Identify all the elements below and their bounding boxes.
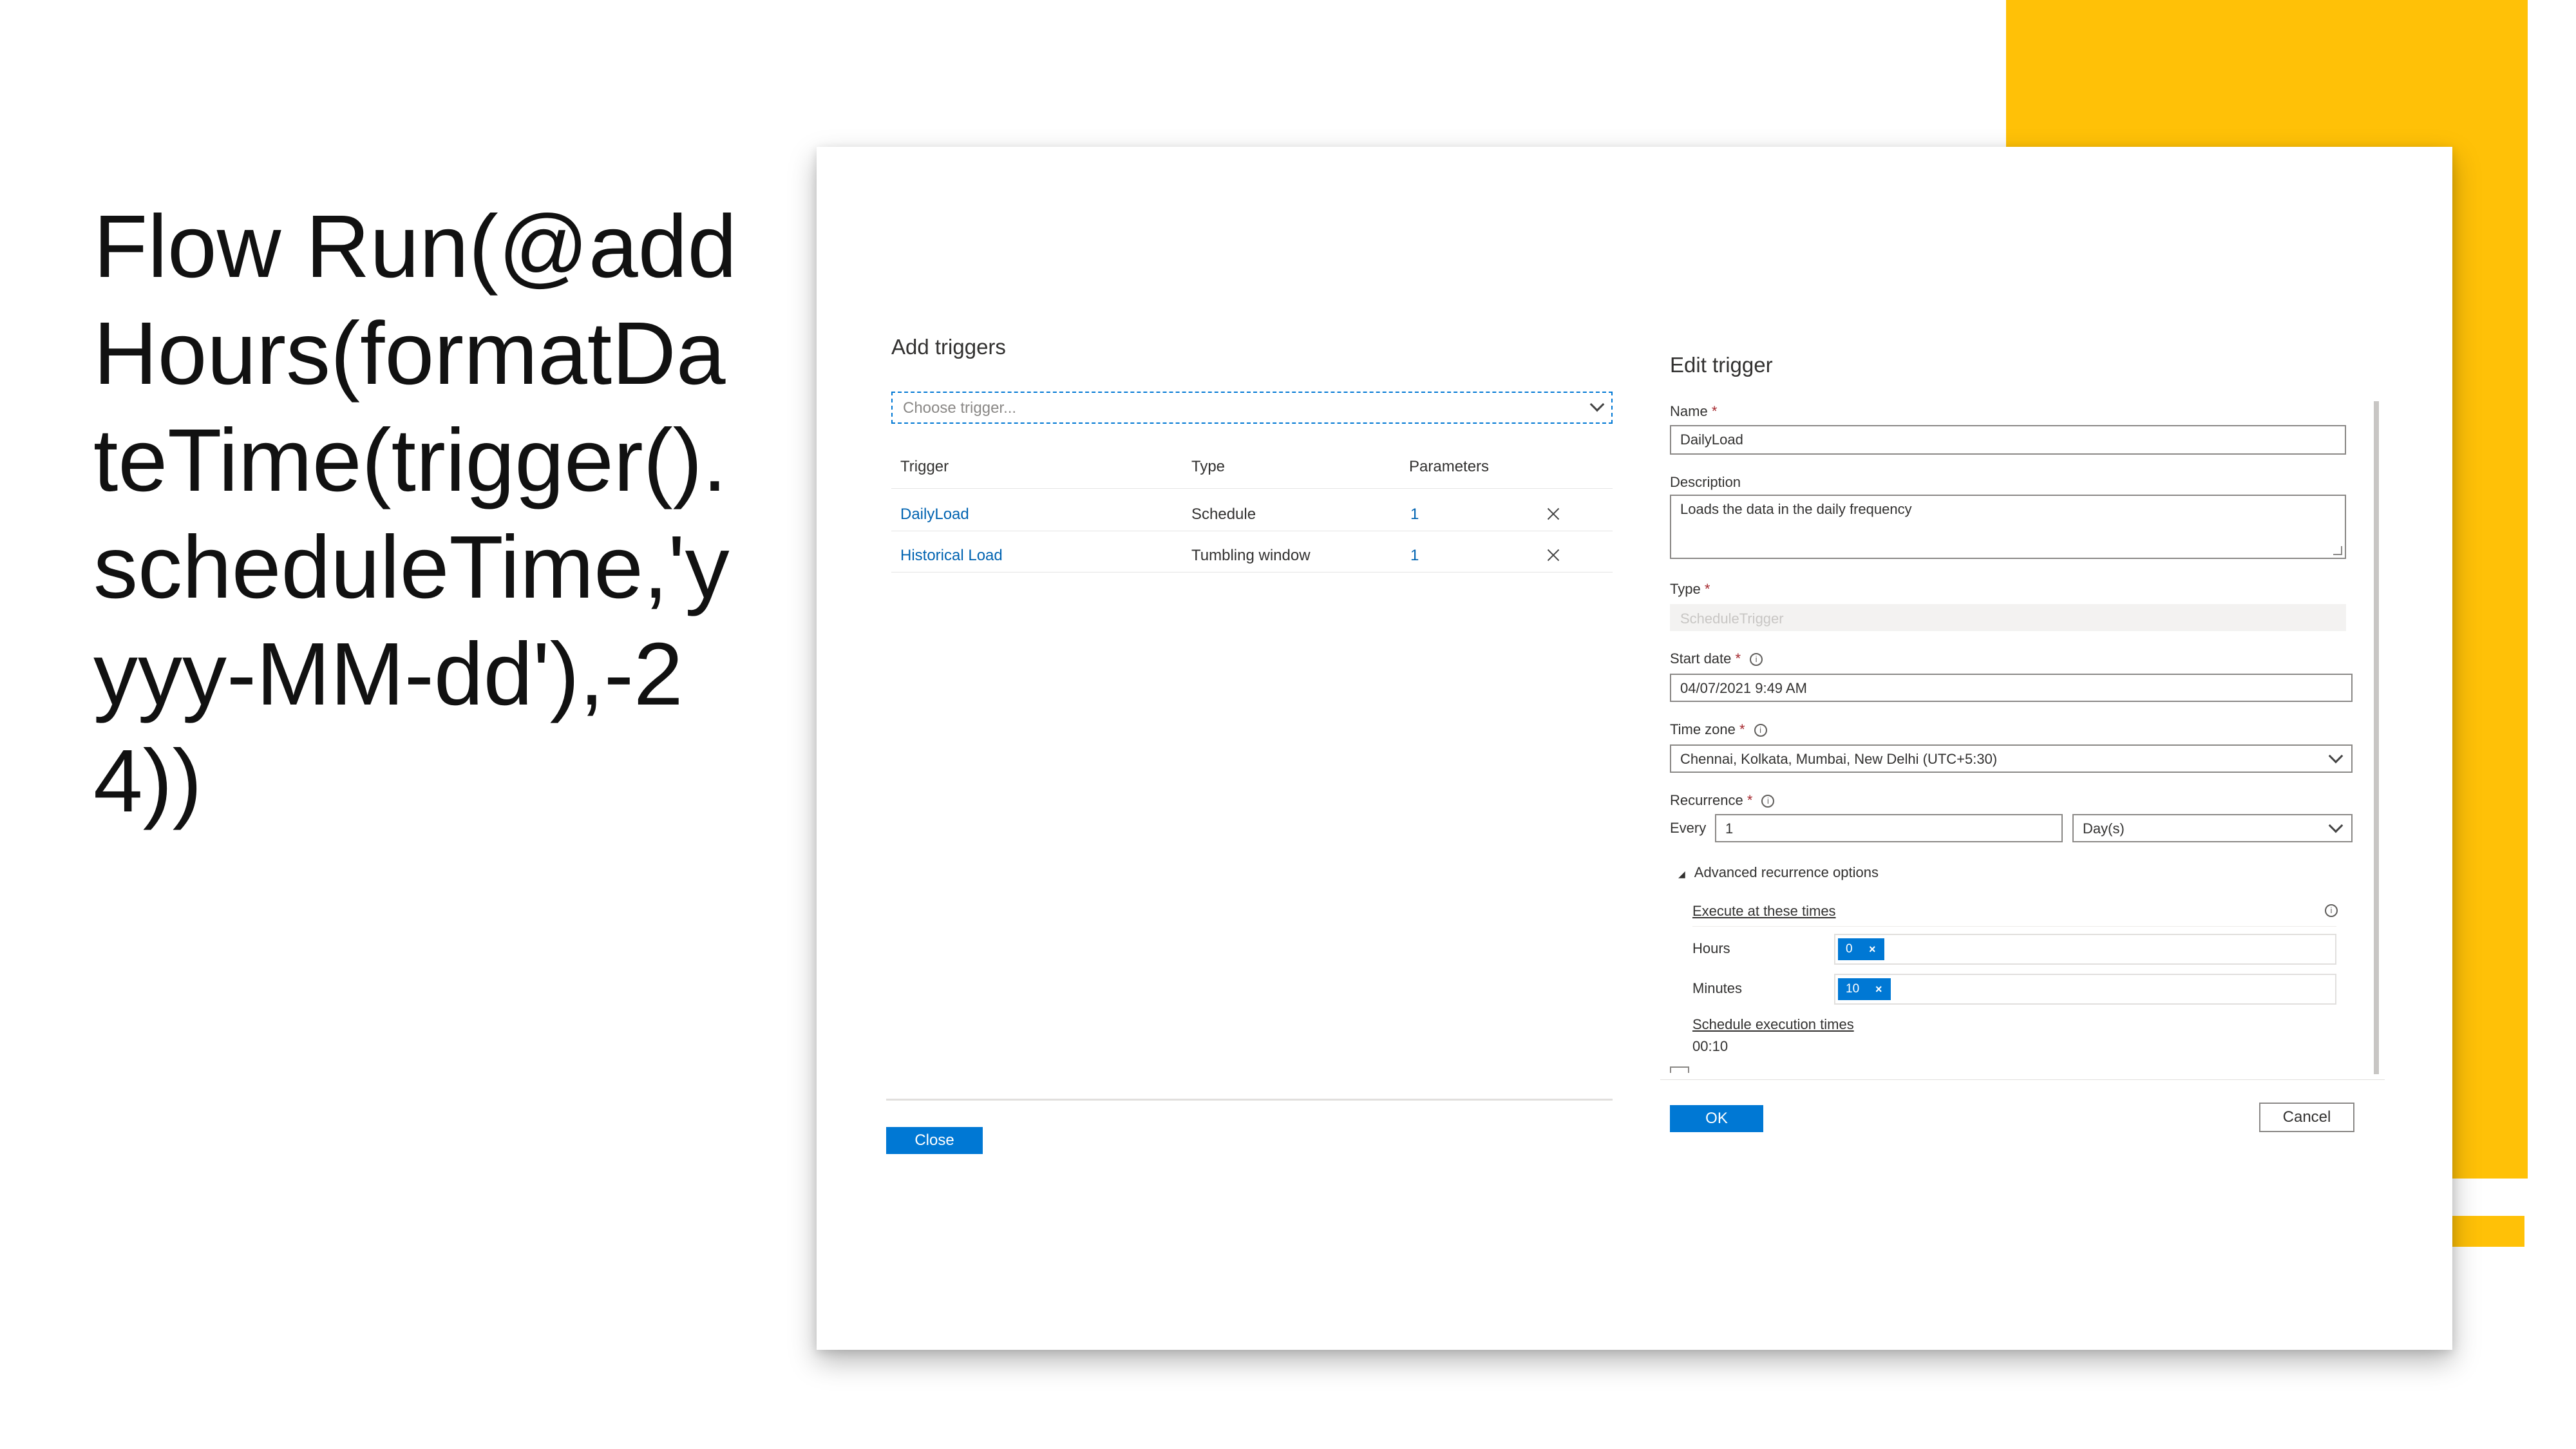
every-value: 1 <box>1725 820 1734 837</box>
info-icon[interactable]: i <box>2325 904 2338 917</box>
header-divider <box>891 488 1613 489</box>
collapse-triangle-icon: ◢ <box>1678 869 1685 879</box>
time-zone-label-text: Time zone <box>1670 721 1736 737</box>
slide-title: Flow Run(@addHours(formatDateTime(trigge… <box>93 197 737 831</box>
name-label: Name * <box>1670 403 1717 420</box>
trigger-type: Schedule <box>1191 506 1256 523</box>
type-value: ScheduleTrigger <box>1680 611 1784 627</box>
required-mark: * <box>1735 650 1741 667</box>
footer-divider <box>886 1099 1613 1101</box>
column-header-parameters: Parameters <box>1409 458 1490 475</box>
tag-remove-icon[interactable]: × <box>1875 978 1882 1000</box>
start-date-label: Start date * i <box>1670 650 1763 667</box>
recurrence-unit-select[interactable]: Day(s) <box>2072 814 2353 842</box>
start-date-field[interactable]: 04/07/2021 9:49 AM <box>1670 674 2353 702</box>
required-mark: * <box>1711 403 1718 419</box>
info-icon[interactable]: i <box>1750 653 1763 667</box>
required-mark: * <box>1747 792 1753 808</box>
accent-strip <box>2447 1216 2524 1247</box>
dropdown-placeholder: Choose trigger... <box>903 399 1017 417</box>
edit-trigger-title: Edit trigger <box>1670 353 1773 377</box>
hours-tag: 0 × <box>1838 938 1884 960</box>
slide: Flow Run(@addHours(formatDateTime(trigge… <box>0 0 2576 1449</box>
schedule-time-value: 00:10 <box>1692 1038 1728 1054</box>
cancel-button[interactable]: Cancel <box>2259 1103 2354 1132</box>
trigger-link-historical-load[interactable]: Historical Load <box>900 547 1003 565</box>
start-date-label-text: Start date <box>1670 650 1732 667</box>
type-label: Type * <box>1670 581 1710 598</box>
trigger-type: Tumbling window <box>1191 547 1311 564</box>
start-date-value: 04/07/2021 9:49 AM <box>1680 680 1807 696</box>
minutes-tag-value: 10 <box>1846 982 1860 996</box>
required-mark: * <box>1739 721 1745 737</box>
partial-checkbox[interactable] <box>1670 1066 1689 1073</box>
time-zone-select[interactable]: Chennai, Kolkata, Mumbai, New Delhi (UTC… <box>1670 744 2353 773</box>
choose-trigger-dropdown[interactable]: Choose trigger... <box>891 392 1613 424</box>
every-label: Every <box>1670 820 1707 836</box>
ok-button[interactable]: OK <box>1670 1105 1763 1132</box>
type-field: ScheduleTrigger <box>1670 604 2346 631</box>
time-zone-label: Time zone * i <box>1670 721 1767 738</box>
recurrence-label-text: Recurrence <box>1670 792 1743 808</box>
minutes-tag: 10 × <box>1838 978 1891 1000</box>
minutes-picker[interactable]: 10 × <box>1834 974 2336 1005</box>
info-icon[interactable]: i <box>1754 724 1767 737</box>
description-label: Description <box>1670 474 1741 490</box>
screenshot-card: Add triggers Choose trigger... Trigger T… <box>817 147 2452 1350</box>
close-icon[interactable] <box>1546 547 1561 563</box>
trigger-parameters[interactable]: 1 <box>1410 547 1419 565</box>
close-button[interactable]: Close <box>886 1127 983 1154</box>
advanced-options-toggle[interactable]: ◢ Advanced recurrence options <box>1678 864 1879 881</box>
description-value: Loads the data in the daily frequency <box>1680 501 1912 517</box>
column-header-trigger: Trigger <box>900 458 949 475</box>
advanced-options-label: Advanced recurrence options <box>1694 864 1879 880</box>
name-label-text: Name <box>1670 403 1708 419</box>
recurrence-label: Recurrence * i <box>1670 792 1775 809</box>
edit-footer-divider <box>1660 1079 2385 1080</box>
every-field[interactable]: 1 <box>1715 814 2063 842</box>
add-triggers-title: Add triggers <box>891 335 1006 359</box>
required-mark: * <box>1704 581 1710 597</box>
hours-tag-value: 0 <box>1846 942 1853 956</box>
chevron-down-icon <box>2328 818 2344 833</box>
hours-picker[interactable]: 0 × <box>1834 934 2336 965</box>
chevron-down-icon <box>2328 748 2344 764</box>
name-field[interactable]: DailyLoad <box>1670 425 2346 455</box>
resize-handle[interactable] <box>2333 546 2342 555</box>
execute-times-link[interactable]: Execute at these times <box>1692 903 1836 920</box>
hours-label: Hours <box>1692 940 1730 956</box>
type-label-text: Type <box>1670 581 1701 597</box>
trigger-link-dailyload[interactable]: DailyLoad <box>900 506 969 524</box>
chevron-down-icon[interactable] <box>1589 397 1605 412</box>
name-value: DailyLoad <box>1680 431 1743 448</box>
schedule-times-link[interactable]: Schedule execution times <box>1692 1016 1854 1033</box>
info-icon[interactable]: i <box>1761 795 1775 808</box>
tag-remove-icon[interactable]: × <box>1869 938 1876 960</box>
scrollbar[interactable] <box>2374 401 2379 1074</box>
execute-divider <box>1692 926 2336 927</box>
time-zone-value: Chennai, Kolkata, Mumbai, New Delhi (UTC… <box>1680 751 1998 767</box>
recurrence-unit-value: Day(s) <box>2083 820 2125 837</box>
row-divider <box>891 572 1613 573</box>
trigger-parameters[interactable]: 1 <box>1410 506 1419 524</box>
column-header-type: Type <box>1191 458 1226 475</box>
minutes-label: Minutes <box>1692 980 1743 996</box>
close-icon[interactable] <box>1546 506 1561 522</box>
description-field[interactable]: Loads the data in the daily frequency <box>1670 495 2346 559</box>
